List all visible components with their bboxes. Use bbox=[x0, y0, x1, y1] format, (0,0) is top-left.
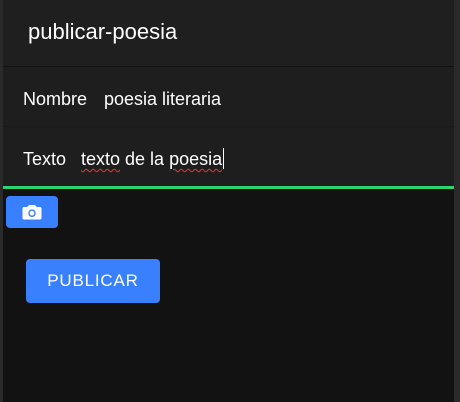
header-toolbar: publicar-poesia bbox=[3, 0, 454, 66]
nombre-field[interactable]: Nombre poesia literaria bbox=[3, 67, 454, 127]
texto-input-word-1: texto bbox=[81, 149, 121, 169]
publish-button[interactable]: PUBLICAR bbox=[26, 259, 160, 303]
texto-field[interactable]: Texto texto de la poesia bbox=[3, 127, 454, 189]
text-caret bbox=[223, 148, 225, 169]
page-title: publicar-poesia bbox=[28, 19, 178, 44]
texto-input[interactable]: texto de la poesia bbox=[81, 148, 225, 170]
camera-button[interactable] bbox=[6, 196, 58, 228]
app-content: publicar-poesia Nombre poesia literaria … bbox=[3, 0, 454, 402]
nombre-input[interactable]: poesia literaria bbox=[104, 88, 221, 110]
camera-icon bbox=[22, 205, 42, 220]
texto-input-word-last: poesia bbox=[169, 149, 223, 169]
nombre-label: Nombre bbox=[23, 89, 88, 109]
texto-input-middle: de la bbox=[120, 149, 170, 169]
texto-label: Texto bbox=[23, 149, 67, 169]
